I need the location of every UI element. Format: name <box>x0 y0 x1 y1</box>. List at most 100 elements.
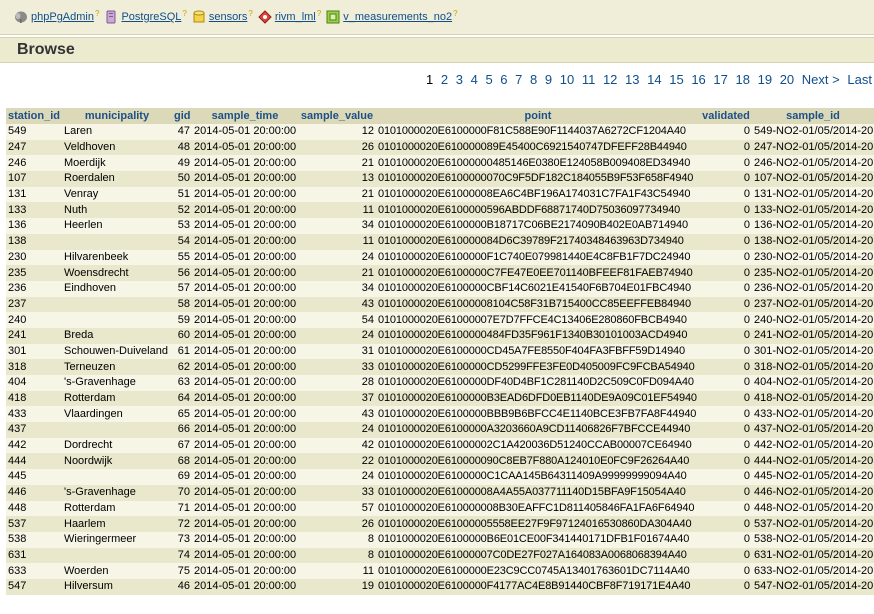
cell-station-id: 237 <box>6 296 62 313</box>
breadcrumb-item-postgresql[interactable]: PostgreSQL ? <box>104 9 187 24</box>
table-row: 246 Moerdijk 49 2014-05-01 20:00:00 21 010100… <box>6 155 874 172</box>
cell-municipality: Moerdijk <box>62 155 172 172</box>
cell-sample-time: 2014-05-01 20:00:00 <box>192 343 298 360</box>
cell-point: 0101000020E610000090C8EB7F880A124010E0FC… <box>376 453 700 470</box>
pagination-page-16[interactable]: 16 <box>691 72 705 87</box>
cell-sample-time: 2014-05-01 20:00:00 <box>192 312 298 328</box>
pagination-page-8[interactable]: 8 <box>530 72 537 87</box>
cell-municipality: Woensdrecht <box>62 265 172 281</box>
cell-station-id: 107 <box>6 171 62 187</box>
cell-sample-value: 34 <box>298 280 376 297</box>
cell-station-id: 404 <box>6 375 62 391</box>
cell-validated: 0 <box>700 233 752 250</box>
column-header-point[interactable]: point <box>376 108 700 124</box>
cell-point: 0101000020E6100000B3EAD6DFD0EB1140DE9A09… <box>376 390 700 407</box>
cell-sample-value: 28 <box>298 375 376 391</box>
cell-sample-time: 2014-05-01 20:00:00 <box>192 359 298 375</box>
pagination-page-6[interactable]: 6 <box>500 72 507 87</box>
cell-station-id: 446 <box>6 484 62 501</box>
cell-sample-time: 2014-05-01 20:00:00 <box>192 547 298 564</box>
cell-municipality <box>62 233 172 250</box>
cell-gid: 60 <box>172 327 192 344</box>
column-header-sample-id[interactable]: sample_id <box>752 108 874 124</box>
cell-sample-time: 2014-05-01 20:00:00 <box>192 453 298 470</box>
cell-station-id: 537 <box>6 516 62 532</box>
cell-sample-value: 33 <box>298 359 376 375</box>
pagination-next[interactable]: Next > <box>802 72 840 87</box>
column-header-municipality[interactable]: municipality <box>62 108 172 124</box>
pagination-page-15[interactable]: 15 <box>669 72 683 87</box>
cell-station-id: 241 <box>6 327 62 344</box>
cell-sample-id: 237-NO2-01/05/2014-20 <box>752 296 874 313</box>
breadcrumb-link[interactable]: sensors <box>209 11 248 23</box>
cell-point: 0101000020E610000008B30EAFFC1D811405846F… <box>376 500 700 517</box>
breadcrumb-item-rivm-lml[interactable]: rivm_lml ? <box>258 9 321 24</box>
breadcrumb-link[interactable]: phpPgAdmin <box>31 11 94 23</box>
pagination-page-14[interactable]: 14 <box>647 72 661 87</box>
pagination-page-19[interactable]: 19 <box>758 72 772 87</box>
pagination-page-17[interactable]: 17 <box>713 72 727 87</box>
cell-sample-id: 547-NO2-01/05/2014-20 <box>752 578 874 595</box>
cell-validated: 0 <box>700 453 752 470</box>
pagination-page-12[interactable]: 12 <box>603 72 617 87</box>
cell-sample-time: 2014-05-01 20:00:00 <box>192 280 298 297</box>
cell-municipality: Wieringermeer <box>62 531 172 548</box>
cell-validated: 0 <box>700 249 752 266</box>
cell-sample-value: 26 <box>298 139 376 156</box>
table-row: 301 Schouwen-Duiveland 61 2014-05-01 20:00:… <box>6 343 874 360</box>
table-body: 549 Laren 47 2014-05-01 20:00:00 12 010100002… <box>6 124 874 595</box>
cell-municipality: Nuth <box>62 202 172 219</box>
breadcrumb-link[interactable]: rivm_lml <box>275 11 316 23</box>
cell-sample-id: 133-NO2-01/05/2014-20 <box>752 202 874 219</box>
cell-sample-value: 11 <box>298 202 376 219</box>
pagination-page-9[interactable]: 9 <box>545 72 552 87</box>
breadcrumb-item-phppgadmin[interactable]: phpPgAdmin ? <box>14 9 99 24</box>
table-row: 237 58 2014-05-01 20:00:00 43 0101000020E610… <box>6 296 874 313</box>
pagination-page-18[interactable]: 18 <box>736 72 750 87</box>
cell-sample-value: 24 <box>298 422 376 438</box>
view-icon <box>326 10 340 24</box>
column-header-sample-time[interactable]: sample_time <box>192 108 298 124</box>
pagination-page-13[interactable]: 13 <box>625 72 639 87</box>
pagination-page-11[interactable]: 11 <box>582 72 596 87</box>
table-row: 133 Nuth 52 2014-05-01 20:00:00 11 0101000020… <box>6 202 874 219</box>
cell-point: 0101000020E6100000C7FE47E0EE701140BFEEF8… <box>376 265 700 281</box>
page-title-bar: Browse <box>0 37 874 63</box>
cell-sample-time: 2014-05-01 20:00:00 <box>192 327 298 344</box>
pagination-page-7[interactable]: 7 <box>515 72 522 87</box>
cell-sample-id: 107-NO2-01/05/2014-20 <box>752 171 874 187</box>
pagination-last[interactable]: Last >> <box>847 72 874 87</box>
table-row: 446's-Gravenhage 70 2014-05-01 20:00:00 33 0… <box>6 484 874 501</box>
pagination-page-2[interactable]: 2 <box>441 72 448 87</box>
column-header-sample-value[interactable]: sample_value <box>298 108 376 124</box>
cell-validated: 0 <box>700 280 752 297</box>
column-header-gid[interactable]: gid <box>172 108 192 124</box>
cell-sample-value: 37 <box>298 390 376 407</box>
cell-station-id: 136 <box>6 218 62 234</box>
breadcrumb-item-sensors[interactable]: sensors ? <box>192 9 253 24</box>
cell-validated: 0 <box>700 406 752 423</box>
breadcrumb-link[interactable]: PostgreSQL <box>121 11 181 23</box>
cell-sample-time: 2014-05-01 20:00:00 <box>192 484 298 501</box>
cell-gid: 49 <box>172 155 192 172</box>
cell-sample-id: 445-NO2-01/05/2014-20 <box>752 469 874 485</box>
column-header-station-id[interactable]: station_id <box>6 108 62 124</box>
table-row: 538 Wieringermeer 73 2014-05-01 20:00:00 8 01… <box>6 531 874 548</box>
pagination-page-5[interactable]: 5 <box>485 72 492 87</box>
pagination-page-3[interactable]: 3 <box>456 72 463 87</box>
cell-validated: 0 <box>700 578 752 595</box>
pagination-page-4[interactable]: 4 <box>471 72 478 87</box>
cell-sample-id: 247-NO2-01/05/2014-20 <box>752 139 874 156</box>
breadcrumb-separator: ? <box>453 8 458 18</box>
breadcrumb-item-v-measurements-no2[interactable]: v_measurements_no2 ? <box>326 8 458 24</box>
cell-municipality <box>62 422 172 438</box>
breadcrumb-link[interactable]: v_measurements_no2 <box>343 11 452 23</box>
pagination-page-10[interactable]: 10 <box>560 72 574 87</box>
cell-sample-id: 448-NO2-01/05/2014-20 <box>752 500 874 517</box>
table-row: 547 Hilversum 46 2014-05-01 20:00:00 19 01010… <box>6 578 874 595</box>
cell-validated: 0 <box>700 469 752 485</box>
cell-sample-id: 241-NO2-01/05/2014-20 <box>752 327 874 344</box>
cell-validated: 0 <box>700 484 752 501</box>
column-header-validated[interactable]: validated <box>700 108 752 124</box>
pagination-page-20[interactable]: 20 <box>780 72 794 87</box>
